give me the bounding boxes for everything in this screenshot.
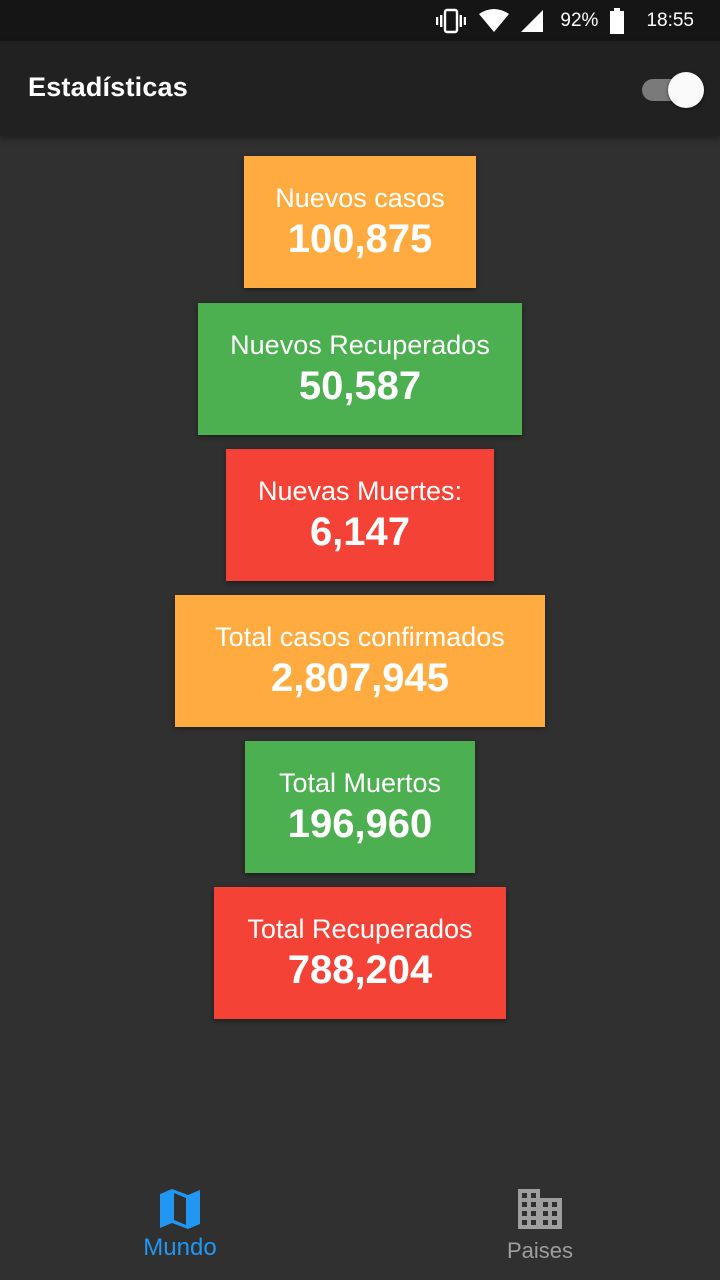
vibrate-icon bbox=[436, 8, 467, 33]
card-value: 788,204 bbox=[287, 948, 433, 992]
card-label: Total Muertos bbox=[278, 768, 442, 798]
bottom-navigation: Mundo Paises bbox=[0, 1165, 720, 1280]
app-bar: Estadísticas bbox=[0, 41, 720, 136]
battery-percentage: 92% bbox=[560, 9, 599, 31]
wifi-icon bbox=[479, 8, 510, 32]
card-new-cases: Nuevos casos 100,875 bbox=[244, 156, 476, 288]
card-total-confirmed: Total casos confirmados 2,807,945 bbox=[175, 595, 545, 727]
card-new-deaths: Nuevas Muertes: 6,147 bbox=[226, 449, 494, 581]
city-icon bbox=[518, 1189, 562, 1229]
nav-item-mundo[interactable]: Mundo bbox=[0, 1165, 360, 1280]
theme-toggle[interactable] bbox=[642, 72, 704, 108]
card-value: 100,875 bbox=[287, 217, 433, 261]
card-label: Nuevos casos bbox=[275, 183, 445, 213]
card-label: Total Recuperados bbox=[247, 914, 473, 944]
card-value: 6,147 bbox=[309, 510, 411, 554]
nav-label: Paises bbox=[506, 1238, 574, 1263]
nav-label: Mundo bbox=[143, 1234, 217, 1261]
battery-icon bbox=[610, 7, 625, 34]
clock: 18:55 bbox=[646, 9, 694, 31]
card-value: 50,587 bbox=[298, 364, 422, 408]
card-new-recovered: Nuevos Recuperados 50,587 bbox=[198, 303, 522, 435]
card-value: 196,960 bbox=[287, 802, 433, 846]
map-icon bbox=[160, 1189, 200, 1229]
nav-item-paises[interactable]: Paises bbox=[360, 1165, 720, 1280]
status-bar: 92% 18:55 bbox=[0, 0, 720, 41]
card-total-recovered: Total Recuperados 788,204 bbox=[214, 887, 506, 1019]
signal-icon bbox=[521, 9, 544, 32]
status-icons: 92% 18:55 bbox=[436, 0, 694, 41]
page-title: Estadísticas bbox=[28, 72, 188, 102]
card-label: Nuevos Recuperados bbox=[230, 330, 490, 360]
card-label: Nuevas Muertes: bbox=[257, 476, 463, 506]
card-label: Total casos confirmados bbox=[215, 622, 505, 652]
card-total-deaths: Total Muertos 196,960 bbox=[245, 741, 475, 873]
toggle-thumb bbox=[668, 72, 704, 108]
card-value: 2,807,945 bbox=[271, 656, 449, 700]
